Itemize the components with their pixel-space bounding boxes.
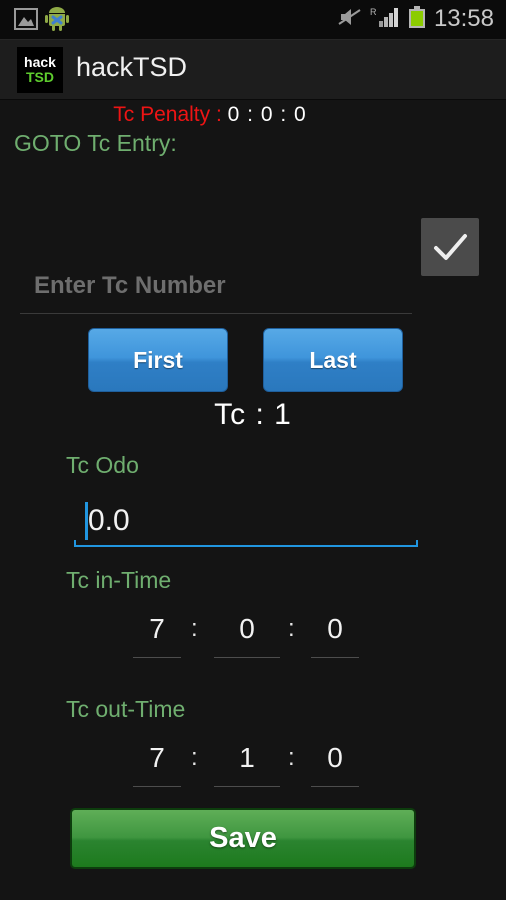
tc-in-time-minutes-value[interactable]: 0 xyxy=(214,610,280,648)
tc-odo-underline xyxy=(74,540,418,547)
tc-in-time-seconds-value[interactable]: 0 xyxy=(311,610,359,648)
first-button[interactable]: First xyxy=(88,328,228,392)
tc-number-underline xyxy=(20,313,412,314)
tc-in-time-colon-2: : xyxy=(288,615,295,642)
tc-in-time-hours-field[interactable]: 7 xyxy=(133,610,181,658)
tc-out-time-seconds-value[interactable]: 0 xyxy=(311,739,359,777)
tc-in-time-label: Tc in-Time xyxy=(66,567,172,593)
tc-out-time-minutes-underline xyxy=(214,786,280,787)
main-content: Tc Penalty : 0 : 0 : 0 GOTO Tc Entry: En… xyxy=(0,100,506,900)
app-screen: R 13:58 hack TSD hackTSD Tc Penalty: 0 … xyxy=(0,0,506,900)
tc-odo-field[interactable]: 0.0 xyxy=(74,500,418,548)
tc-in-time-row: 7 : 0 : 0 xyxy=(0,610,506,662)
tc-out-time-row: 7 : 1 : 0 xyxy=(0,739,506,791)
tc-in-time-hours-value[interactable]: 7 xyxy=(133,610,181,648)
status-bar: R 13:58 xyxy=(0,0,506,40)
app-logo-line1: hack xyxy=(24,54,56,71)
tc-in-time-colon-1: : xyxy=(191,615,198,642)
tc-in-time-hours-underline xyxy=(133,657,181,658)
app-title: hackTSD xyxy=(76,52,188,82)
status-bar-left-icons xyxy=(14,7,70,36)
tc-in-time-seconds-field[interactable]: 0 xyxy=(311,610,359,658)
android-robot-icon xyxy=(44,7,70,36)
check-icon[interactable] xyxy=(421,218,479,276)
tc-odo-label: Tc Odo xyxy=(66,452,139,478)
svg-text:R: R xyxy=(370,7,377,17)
save-button[interactable]: Save xyxy=(70,808,416,869)
tc-penalty-value: 0 : 0 : 0 xyxy=(227,103,307,126)
tc-out-time-seconds-field[interactable]: 0 xyxy=(311,739,359,787)
mute-icon xyxy=(338,7,362,32)
tc-out-time-colon-1: : xyxy=(191,744,198,771)
tc-odo-input[interactable]: 0.0 xyxy=(88,500,130,542)
tc-in-time-seconds-underline xyxy=(311,657,359,658)
gallery-image-icon xyxy=(14,8,38,35)
tc-in-time-minutes-underline xyxy=(214,657,280,658)
status-bar-clock: 13:58 xyxy=(433,5,494,32)
tc-out-time-minutes-field[interactable]: 1 xyxy=(214,739,280,787)
tc-penalty-label: Tc Penalty : xyxy=(113,103,222,126)
tc-out-time-hours-field[interactable]: 7 xyxy=(133,739,181,787)
battery-icon xyxy=(408,5,426,33)
tc-out-time-seconds-underline xyxy=(311,786,359,787)
app-logo-line2: TSD xyxy=(26,69,54,85)
tc-out-time-hours-value[interactable]: 7 xyxy=(133,739,181,777)
tc-out-time-label: Tc out-Time xyxy=(66,696,186,722)
tc-in-time-minutes-field[interactable]: 0 xyxy=(214,610,280,658)
tc-out-time-hours-underline xyxy=(133,786,181,787)
status-bar-right-icons: R 13:58 xyxy=(338,4,494,34)
tc-out-time-minutes-value[interactable]: 1 xyxy=(214,739,280,777)
goto-tc-entry-label: GOTO Tc Entry: xyxy=(14,130,177,156)
roaming-signal-icon: R xyxy=(370,6,400,33)
action-bar: hack TSD hackTSD xyxy=(0,40,506,100)
tc-current-label: Tc : 1 xyxy=(214,398,292,431)
app-logo-icon[interactable]: hack TSD xyxy=(17,47,63,93)
last-button[interactable]: Last xyxy=(263,328,403,392)
tc-out-time-colon-2: : xyxy=(288,744,295,771)
tc-number-input[interactable]: Enter Tc Number xyxy=(20,272,412,300)
tc-penalty-row: Tc Penalty : 0 : 0 : 0 xyxy=(0,103,420,127)
tc-number-field[interactable]: Enter Tc Number xyxy=(20,272,412,314)
